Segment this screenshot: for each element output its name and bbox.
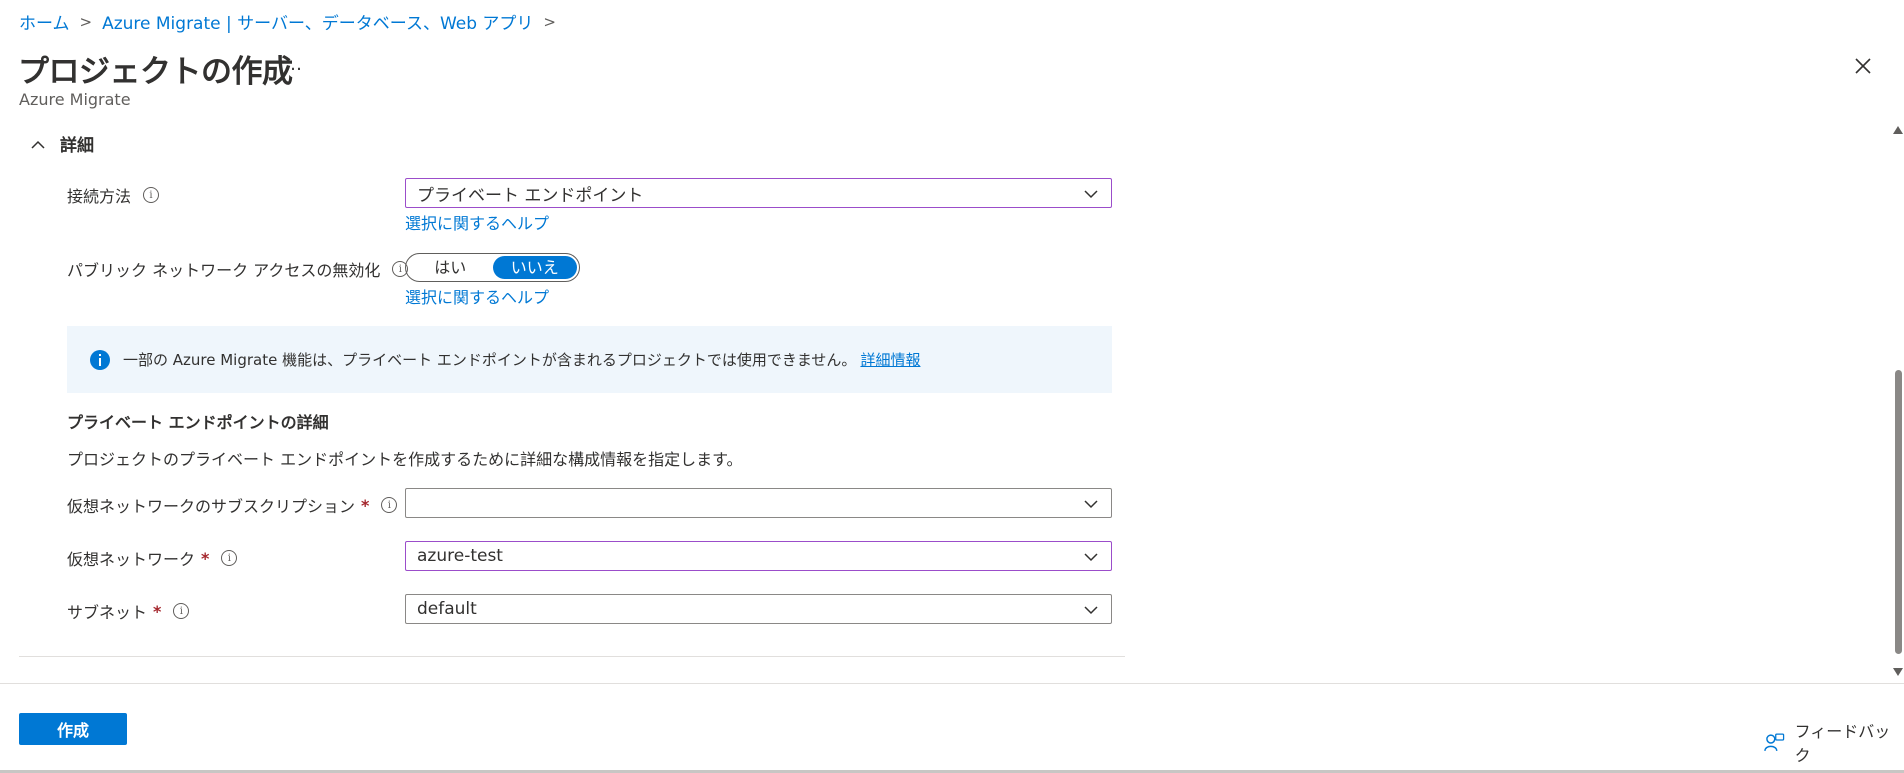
info-icon[interactable]: i <box>221 550 238 566</box>
info-message-bar: 一部の Azure Migrate 機能は、プライベート エンドポイントが含まれ… <box>67 326 1112 393</box>
breadcrumb-parent-link[interactable]: Azure Migrate | サーバー、データベース、Web アプリ <box>102 9 533 34</box>
connection-method-value: プライベート エンドポイント <box>417 185 644 206</box>
info-icon[interactable]: i <box>143 187 160 203</box>
section-toggle-details[interactable]: 詳細 <box>30 131 94 156</box>
info-icon[interactable]: i <box>173 603 190 619</box>
public-access-label: パブリック ネットワーク アクセスの無効化 i <box>67 257 409 281</box>
scroll-down-arrow[interactable] <box>1893 668 1903 676</box>
footer-divider <box>0 683 1904 684</box>
chevron-right-icon: > <box>543 12 556 31</box>
learn-more-link[interactable]: 詳細情報 <box>860 349 920 370</box>
more-options-button[interactable]: … <box>284 54 302 75</box>
vnet-subscription-label: 仮想ネットワークのサブスクリプション * i <box>67 493 398 517</box>
info-circle-icon <box>90 349 110 370</box>
page-subtitle: Azure Migrate <box>19 90 131 109</box>
feedback-button[interactable]: フィードバック <box>1763 718 1904 766</box>
subnet-label-text: サブネット <box>67 603 148 622</box>
close-icon[interactable] <box>1849 52 1877 80</box>
public-access-label-text: パブリック ネットワーク アクセスの無効化 <box>67 261 381 280</box>
chevron-right-icon: > <box>79 12 93 31</box>
info-icon[interactable]: i <box>381 497 398 513</box>
vnet-label: 仮想ネットワーク * i <box>67 546 238 570</box>
vnet-dropdown[interactable]: azure-test <box>405 541 1112 571</box>
vnet-subscription-dropdown[interactable] <box>405 488 1112 518</box>
scrollbar-thumb[interactable] <box>1895 370 1902 654</box>
toggle-option-yes[interactable]: はい <box>408 256 493 279</box>
feedback-icon <box>1764 733 1785 751</box>
required-marker: * <box>201 548 210 568</box>
toggle-option-no[interactable]: いいえ <box>492 256 577 279</box>
vnet-subscription-label-text: 仮想ネットワークのサブスクリプション <box>67 497 356 516</box>
chevron-down-icon <box>1084 606 1098 615</box>
create-button[interactable]: 作成 <box>19 713 127 745</box>
info-message-text: 一部の Azure Migrate 機能は、プライベート エンドポイントが含まれ… <box>123 351 857 369</box>
subnet-label: サブネット * i <box>67 599 190 623</box>
subnet-dropdown[interactable]: default <box>405 594 1112 624</box>
section-title: 詳細 <box>60 136 94 156</box>
vnet-value: azure-test <box>417 546 503 566</box>
required-marker: * <box>361 495 370 515</box>
breadcrumb-home-link[interactable]: ホーム <box>19 9 70 34</box>
private-endpoint-heading: プライベート エンドポイントの詳細 <box>67 413 329 432</box>
breadcrumb: ホーム > Azure Migrate | サーバー、データベース、Web アプ… <box>19 9 566 35</box>
chevron-down-icon <box>1084 190 1098 199</box>
chevron-down-icon <box>1084 553 1098 562</box>
public-access-toggle[interactable]: はい いいえ <box>405 253 580 282</box>
connection-method-label: 接続方法 i <box>67 183 160 207</box>
scroll-up-arrow[interactable] <box>1893 126 1903 134</box>
chevron-up-icon <box>31 140 45 149</box>
private-endpoint-description: プロジェクトのプライベート エンドポイントを作成するために詳細な構成情報を指定し… <box>67 450 743 469</box>
feedback-label: フィードバック <box>1794 722 1891 765</box>
vnet-label-text: 仮想ネットワーク <box>67 550 196 569</box>
required-marker: * <box>153 601 162 621</box>
connection-help-link[interactable]: 選択に関するヘルプ <box>405 210 549 234</box>
connection-method-label-text: 接続方法 <box>67 187 132 206</box>
chevron-down-icon <box>1084 500 1098 509</box>
public-access-help-link[interactable]: 選択に関するヘルプ <box>405 284 549 308</box>
connection-method-dropdown[interactable]: プライベート エンドポイント <box>405 178 1112 208</box>
content-divider <box>19 656 1125 657</box>
subnet-value: default <box>417 599 477 619</box>
page-title: プロジェクトの作成 <box>18 54 293 90</box>
